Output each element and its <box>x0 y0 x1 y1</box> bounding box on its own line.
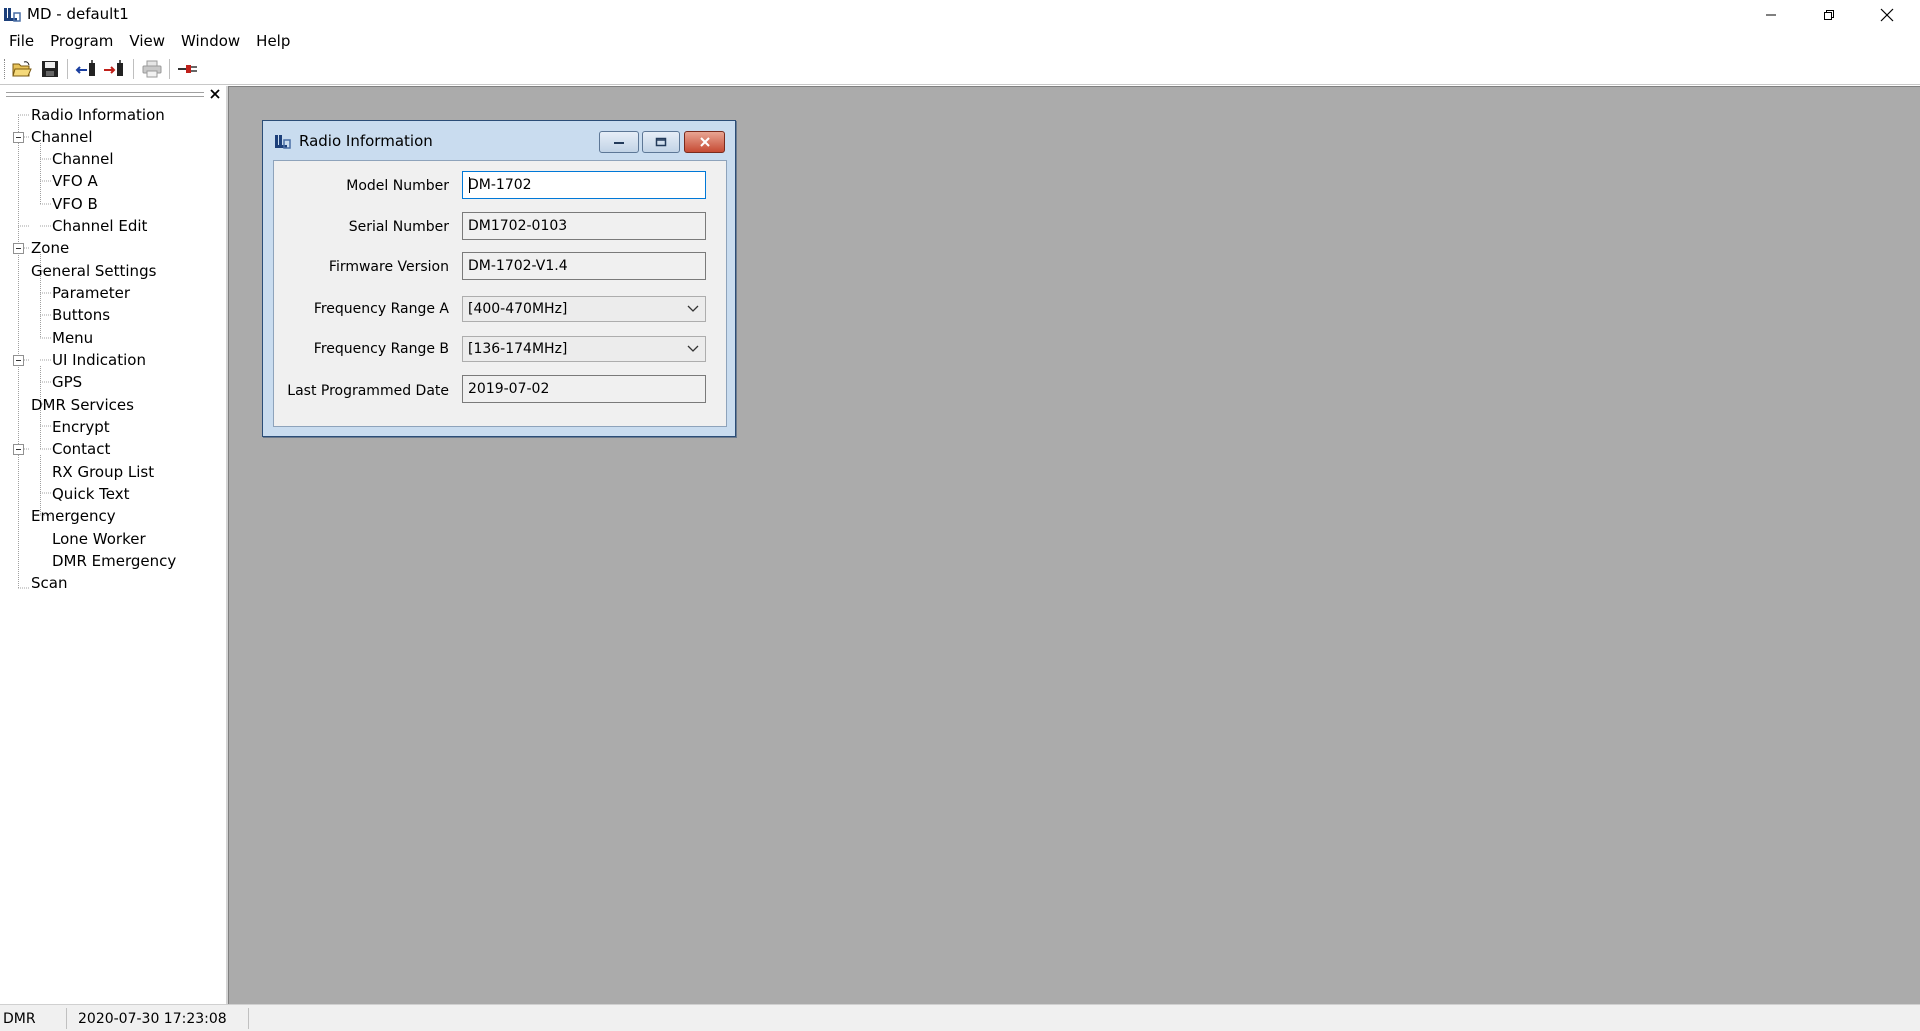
model-number-value: DM-1702 <box>468 177 532 193</box>
minimize-icon <box>1766 14 1776 15</box>
tree-item-rx-group-list[interactable]: RX Group List <box>52 461 154 483</box>
radio-information-window: Radio Information Model Number DM-1702 S… <box>262 120 736 437</box>
open-button[interactable] <box>10 58 34 80</box>
title-bar: MD - default1 <box>0 0 1920 29</box>
print-icon <box>142 60 162 78</box>
connect-icon <box>178 65 197 73</box>
tree-item-parameter[interactable]: Parameter <box>52 282 130 304</box>
toolbar-separator <box>133 59 134 79</box>
tree-item-general-settings[interactable]: General Settings <box>31 260 156 282</box>
last-programmed-date-value: 2019-07-02 <box>468 381 550 397</box>
write-to-radio-icon <box>104 60 123 76</box>
tree-expander-dmr-services[interactable] <box>13 355 24 366</box>
tree-item-channel[interactable]: Channel <box>52 148 114 170</box>
child-close-button[interactable] <box>684 131 725 153</box>
tree-item-lone-worker[interactable]: Lone Worker <box>52 528 146 550</box>
status-datetime: 2020-07-30 17:23:08 <box>78 1011 227 1027</box>
tree-item-contact[interactable]: Contact <box>52 438 110 460</box>
last-programmed-date-field[interactable]: 2019-07-02 <box>462 375 706 403</box>
last-programmed-date-label: Last Programmed Date <box>287 383 449 399</box>
close-button[interactable] <box>1858 0 1916 29</box>
save-button[interactable] <box>38 58 62 80</box>
window-title: MD - default1 <box>27 5 129 23</box>
tree-expander-general-settings[interactable] <box>13 243 24 254</box>
status-separator <box>248 1008 249 1029</box>
pane-close-button[interactable] <box>208 87 222 101</box>
tree-item-vfo-a[interactable]: VFO A <box>52 170 98 192</box>
tree-item-channel-edit[interactable]: Channel Edit <box>52 215 147 237</box>
tree-item-dmr-services[interactable]: DMR Services <box>31 394 134 416</box>
radio-information-form: Model Number DM-1702 Serial Number DM170… <box>273 160 727 427</box>
navigation-pane: Radio Information Channel Channel VFO A … <box>0 86 228 1004</box>
tree-item-channel-group[interactable]: Channel <box>31 126 93 148</box>
text-caret <box>469 177 470 193</box>
close-icon <box>1880 8 1894 21</box>
restore-icon <box>1824 9 1834 20</box>
status-mode: DMR <box>3 1011 36 1027</box>
frequency-range-b-label: Frequency Range B <box>313 341 449 357</box>
close-icon <box>210 89 220 99</box>
read-from-radio-icon <box>75 60 95 76</box>
read-radio-button[interactable] <box>74 58 98 80</box>
frequency-range-b-select[interactable]: [136-174MHz] <box>462 336 706 362</box>
frequency-range-a-label: Frequency Range A <box>313 301 449 317</box>
pane-grip[interactable] <box>6 92 204 97</box>
print-button[interactable] <box>140 58 164 80</box>
menu-program[interactable]: Program <box>42 29 121 53</box>
tree-item-scan[interactable]: Scan <box>31 572 67 594</box>
child-window-title: Radio Information <box>299 132 433 150</box>
child-minimize-button[interactable] <box>599 131 639 153</box>
status-separator <box>66 1008 67 1029</box>
tree-item-zone[interactable]: Zone <box>31 237 69 259</box>
status-bar: DMR 2020-07-30 17:23:08 <box>0 1004 1920 1031</box>
tree-item-menu[interactable]: Menu <box>52 327 93 349</box>
model-number-label: Model Number <box>346 178 449 194</box>
tree-item-ui-indication[interactable]: UI Indication <box>52 349 146 371</box>
tree-item-radio-information[interactable]: Radio Information <box>31 104 165 126</box>
model-number-field[interactable]: DM-1702 <box>462 171 706 199</box>
write-radio-button[interactable] <box>102 58 126 80</box>
tree-item-emergency[interactable]: Emergency <box>31 505 116 527</box>
toolbar-separator <box>169 59 170 79</box>
menu-view[interactable]: View <box>121 29 173 53</box>
tree-expander-emergency[interactable] <box>13 444 24 455</box>
app-icon <box>275 135 291 149</box>
tree-item-quick-text[interactable]: Quick Text <box>52 483 130 505</box>
tree-item-dmr-emergency[interactable]: DMR Emergency <box>52 550 176 572</box>
serial-number-value: DM1702-0103 <box>468 218 568 234</box>
toolbar <box>0 53 1920 85</box>
tree-item-buttons[interactable]: Buttons <box>52 304 110 326</box>
chevron-down-icon <box>687 305 699 312</box>
maximize-icon <box>655 137 667 147</box>
open-folder-icon <box>12 61 32 77</box>
menu-bar: File Program View Window Help <box>0 29 1920 53</box>
frequency-range-a-select[interactable]: [400-470MHz] <box>462 296 706 322</box>
menu-window[interactable]: Window <box>173 29 248 53</box>
tree-expander-channel[interactable] <box>13 132 24 143</box>
save-icon <box>42 61 58 77</box>
serial-number-label: Serial Number <box>348 219 449 235</box>
frequency-range-a-value: [400-470MHz] <box>468 301 568 317</box>
serial-number-field[interactable]: DM1702-0103 <box>462 212 706 240</box>
tree-item-encrypt[interactable]: Encrypt <box>52 416 110 438</box>
tree-item-gps[interactable]: GPS <box>52 371 82 393</box>
connect-button[interactable] <box>176 58 200 80</box>
frequency-range-b-value: [136-174MHz] <box>468 341 568 357</box>
tree-item-vfo-b[interactable]: VFO B <box>52 193 98 215</box>
restore-button[interactable] <box>1800 0 1858 29</box>
app-icon <box>4 8 21 22</box>
child-maximize-button[interactable] <box>642 131 680 153</box>
chevron-down-icon <box>687 345 699 352</box>
close-icon <box>699 137 710 147</box>
minimize-icon <box>614 142 624 144</box>
toolbar-separator <box>67 59 68 79</box>
firmware-version-value: DM-1702-V1.4 <box>468 258 568 274</box>
pane-header <box>0 86 226 104</box>
menu-file[interactable]: File <box>0 29 42 53</box>
minimize-button[interactable] <box>1742 0 1800 29</box>
menu-help[interactable]: Help <box>248 29 298 53</box>
firmware-version-label: Firmware Version <box>328 259 449 275</box>
toolbar-grip[interactable] <box>4 59 7 79</box>
firmware-version-field[interactable]: DM-1702-V1.4 <box>462 252 706 280</box>
